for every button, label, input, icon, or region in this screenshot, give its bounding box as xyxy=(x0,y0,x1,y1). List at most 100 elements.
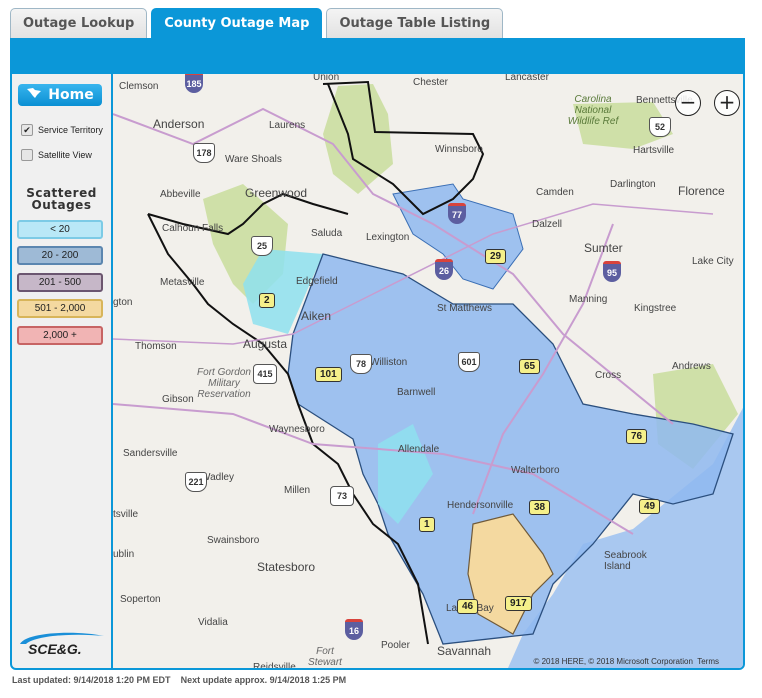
sceg-logo: SCE&G. xyxy=(16,630,106,658)
interstate-shield: 77 xyxy=(448,203,466,224)
map-canvas[interactable]: Clemson Union Chester Lancaster Anderson… xyxy=(113,74,743,668)
place-label: Pooler xyxy=(381,640,410,651)
legend-title: Scattered Outages xyxy=(12,187,111,211)
tab-outage-table-listing[interactable]: Outage Table Listing xyxy=(326,8,504,38)
place-label: Edgefield xyxy=(296,276,338,287)
interstate-shield: 26 xyxy=(435,259,453,280)
place-label: Camden xyxy=(536,187,574,198)
place-label: Laurens xyxy=(269,120,306,131)
outage-count-badge[interactable]: 29 xyxy=(485,249,507,264)
home-button-label: Home xyxy=(48,87,94,103)
outage-count-badge[interactable]: 76 xyxy=(626,429,648,444)
place-label: Calhoun Falls xyxy=(162,223,224,234)
place-label: Williston xyxy=(370,357,408,368)
place-label: Union xyxy=(313,74,340,83)
place-label: Reidsville xyxy=(253,662,296,668)
outage-count-badge[interactable]: 2 xyxy=(259,293,275,308)
place-label: Clemson xyxy=(119,81,159,92)
region-richland-lexington xyxy=(392,183,524,290)
place-label: tsville xyxy=(113,509,139,520)
place-label: Statesboro xyxy=(257,560,316,574)
place-label: Augusta xyxy=(243,337,288,351)
place-label: Hartsville xyxy=(633,145,675,156)
us-highway-shield: 178 xyxy=(193,143,215,163)
place-label: gton xyxy=(113,297,133,308)
update-status: Last updated: 9/14/2018 1:20 PM EDT Next… xyxy=(12,675,346,685)
place-label: Soperton xyxy=(120,594,161,605)
place-label: Lake City xyxy=(692,256,734,267)
zoom-in-button[interactable]: + xyxy=(714,90,740,116)
place-label: Millen xyxy=(284,485,311,496)
place-label: Andrews xyxy=(672,361,711,372)
place-label: Lexington xyxy=(366,232,410,243)
legend-item-under-20[interactable]: < 20 xyxy=(17,220,103,239)
place-label: Waynesboro xyxy=(269,424,325,435)
place-label: Lancaster xyxy=(505,74,549,83)
service-territory-checkbox[interactable]: ✔ xyxy=(21,124,33,136)
last-updated-text: Last updated: 9/14/2018 1:20 PM EDT xyxy=(12,675,171,685)
state-highway-shield: 415 xyxy=(253,364,277,384)
outage-count-badge[interactable]: 65 xyxy=(519,359,541,374)
sidebar: Home ✔ Service Territory Satellite View … xyxy=(12,74,113,668)
logo-text: SCE&G. xyxy=(28,641,82,657)
legend-title-line2: Outages xyxy=(31,198,92,212)
outage-count-badge[interactable]: 46 xyxy=(457,599,479,614)
interstate-shield: 185 xyxy=(185,74,203,93)
place-label: Sumter xyxy=(584,241,623,255)
south-carolina-icon xyxy=(26,87,42,103)
place-label: Chester xyxy=(413,77,449,88)
place-label: Vidalia xyxy=(198,617,228,628)
place-label: Hendersonville xyxy=(447,500,514,511)
tab-outage-lookup[interactable]: Outage Lookup xyxy=(10,8,148,38)
place-label: Allendale xyxy=(398,444,440,455)
place-label: Winnsboro xyxy=(435,144,483,155)
place-label: Manning xyxy=(569,294,608,305)
legend-item-501-2000[interactable]: 501 - 2,000 xyxy=(17,299,103,318)
satellite-view-label: Satellite View xyxy=(38,150,92,160)
us-highway-shield: 78 xyxy=(350,354,372,374)
place-label: Greenwood xyxy=(245,186,308,200)
zoom-out-button[interactable]: − xyxy=(675,90,701,116)
place-label: St Matthews xyxy=(437,303,493,314)
satellite-view-checkbox[interactable] xyxy=(21,149,33,161)
legend-item-20-200[interactable]: 20 - 200 xyxy=(17,246,103,265)
next-update-text: Next update approx. 9/14/2018 1:25 PM xyxy=(180,675,347,685)
us-highway-shield: 601 xyxy=(458,352,480,372)
park-label: Carolina National Wildlife Ref xyxy=(567,94,619,127)
place-label: Walterboro xyxy=(511,465,560,476)
outage-count-badge[interactable]: 101 xyxy=(315,367,342,382)
outage-count-badge[interactable]: 49 xyxy=(639,499,661,514)
us-highway-shield: 52 xyxy=(649,117,671,137)
place-label: Kingstree xyxy=(634,303,677,314)
park-label: Fort Gordon Military Reservation xyxy=(197,367,251,400)
tab-bar: Outage Lookup County Outage Map Outage T… xyxy=(10,8,504,38)
map-attribution: © 2018 HERE, © 2018 Microsoft Corporatio… xyxy=(533,657,719,666)
home-button[interactable]: Home xyxy=(18,84,102,106)
us-highway-shield: 25 xyxy=(251,236,273,256)
panel-header-bar xyxy=(12,40,743,74)
place-label: Abbeville xyxy=(160,189,201,200)
legend-item-over-2000[interactable]: 2,000 + xyxy=(17,326,103,345)
us-highway-shield: 221 xyxy=(185,472,207,492)
legend-item-201-500[interactable]: 201 - 500 xyxy=(17,273,103,292)
park-label: Fort Stewart xyxy=(308,646,342,668)
service-territory-toggle[interactable]: ✔ Service Territory xyxy=(21,124,103,136)
terms-link[interactable]: Terms xyxy=(697,657,719,666)
outage-count-badge[interactable]: 917 xyxy=(505,596,532,611)
place-label: Aiken xyxy=(301,309,332,323)
place-label: Savannah xyxy=(437,644,492,658)
outage-count-badge[interactable]: 1 xyxy=(419,517,435,532)
attribution-text: © 2018 HERE, © 2018 Microsoft Corporatio… xyxy=(533,657,693,666)
place-label: Darlington xyxy=(610,179,656,190)
interstate-shield: 16 xyxy=(345,619,363,640)
place-label: Dalzell xyxy=(532,219,563,230)
outage-count-badge[interactable]: 38 xyxy=(529,500,551,515)
place-label: Florence xyxy=(678,184,725,198)
place-label: Sandersville xyxy=(123,448,178,459)
satellite-view-toggle[interactable]: Satellite View xyxy=(21,149,92,161)
place-label: Anderson xyxy=(153,117,205,131)
tab-county-outage-map[interactable]: County Outage Map xyxy=(151,8,323,38)
place-label: Seabrook Island xyxy=(604,550,647,572)
place-label: ublin xyxy=(113,549,135,560)
place-label: Metasville xyxy=(160,277,205,288)
